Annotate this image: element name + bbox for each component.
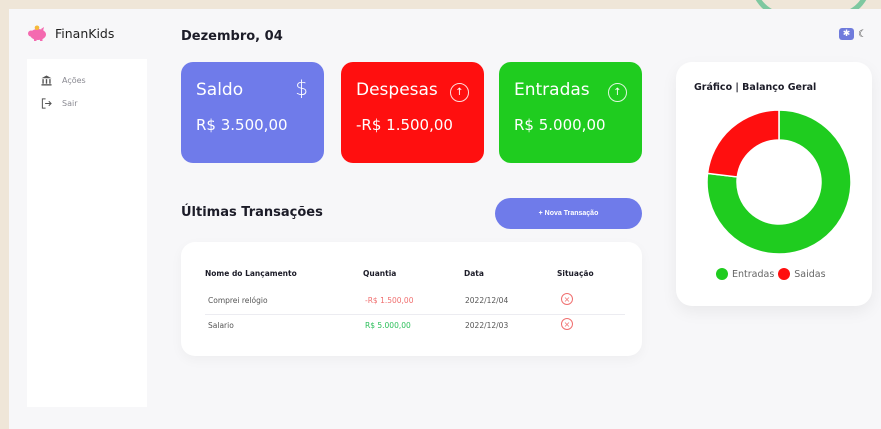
page-date: Dezembro, 04 [181,29,283,44]
donut-chart [706,109,852,255]
sidebar-item-label: Sair [62,99,78,108]
brand-name: FinanKids [55,25,115,41]
row-date: 2022/12/04 [465,296,509,305]
chart-card: Gráfico | Balanço Geral Entradas Saidas [676,62,872,306]
app-window: FinanKids Ações Sair Dezembro, 04 ✱ ☾ Sa… [9,9,881,429]
column-header-name: Nome do Lançamento [205,269,297,278]
remove-circle-icon[interactable]: × [561,318,573,330]
transactions-table: Nome do Lançamento Quantia Data Situação… [181,242,642,356]
row-name: Salario [208,321,234,330]
sidebar-item-acoes[interactable]: Ações [27,69,147,92]
column-header-status: Situação [557,269,594,278]
brand[interactable]: FinanKids [27,25,114,41]
piggy-bank-icon [28,25,46,41]
card-title: Saldo [196,80,244,100]
legend-label-saidas: Saidas [794,268,826,280]
chart-title: Gráfico | Balanço Geral [694,82,817,93]
sidebar: Ações Sair [27,59,147,407]
legend-label-entradas: Entradas [732,268,775,280]
legend-swatch-saidas [778,268,791,280]
new-transaction-button[interactable]: + Nova Transação [495,198,642,229]
sun-icon[interactable]: ✱ [839,28,855,40]
card-value: R$ 3.500,00 [196,116,288,134]
card-value: R$ 5.000,00 [514,116,606,134]
theme-toggle[interactable]: ✱ ☾ [839,28,867,40]
logout-icon [41,98,52,109]
remove-circle-icon[interactable]: × [561,293,573,305]
arrow-up-circle-icon: ↑ [608,83,627,102]
row-amount: -R$ 1.500,00 [365,296,414,305]
dollar-icon: $ [295,76,308,100]
card-value: -R$ 1.500,00 [356,116,453,134]
bank-icon [41,75,52,86]
moon-icon[interactable]: ☾ [858,29,867,40]
arrow-up-circle-icon: ↑ [450,83,469,102]
despesas-card: Despesas -R$ 1.500,00 ↑ [341,62,484,163]
entradas-card: Entradas R$ 5.000,00 ↑ [499,62,642,163]
donut-slice-saidas [706,109,780,178]
saldo-card: Saldo R$ 3.500,00 $ [181,62,324,163]
row-date: 2022/12/03 [465,321,509,330]
column-header-amount: Quantia [363,269,397,278]
row-amount: R$ 5.000,00 [365,321,411,330]
chart-legend: Entradas Saidas [716,268,826,280]
transactions-title: Últimas Transações [181,205,323,220]
sidebar-item-label: Ações [62,76,86,85]
legend-swatch-entradas [716,268,728,280]
sidebar-item-sair[interactable]: Sair [27,92,147,115]
column-header-date: Data [464,269,484,278]
row-divider [205,314,625,315]
row-name: Comprei relógio [208,296,268,305]
